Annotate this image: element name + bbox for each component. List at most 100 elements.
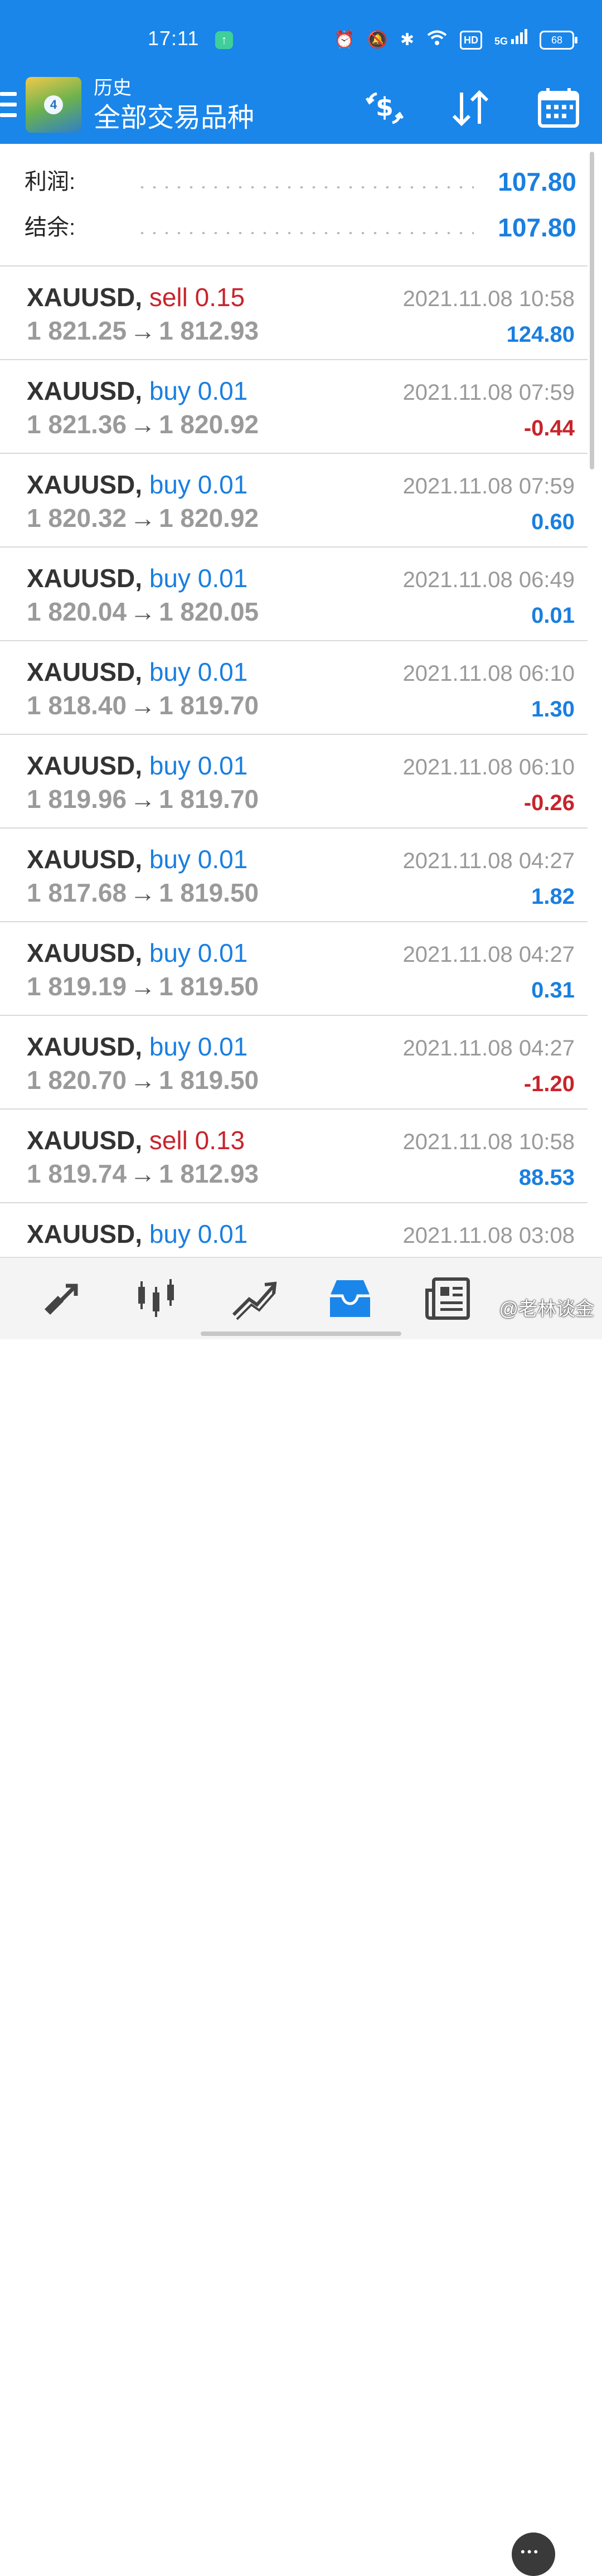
summary-profit-row: 利润: 107.80 — [25, 165, 576, 198]
trade-row[interactable]: XAUUSD, buy 0.01 1 820.70 → 1 819.50 2021.11… — [0, 1016, 588, 1110]
trade-title: XAUUSD, buy 0.01 — [27, 372, 247, 409]
trade-title: XAUUSD, buy 0.01 — [27, 841, 247, 878]
trade-symbol: XAUUSD, — [27, 470, 143, 499]
trade-side: buy 0.01 — [149, 1032, 248, 1061]
trade-symbol: XAUUSD, — [27, 1126, 143, 1155]
trade-profit: 88.53 — [518, 1165, 575, 1190]
open-price: 1 817.68 — [27, 878, 127, 907]
open-price: 1 820.04 — [27, 597, 127, 626]
open-price: 1 818.40 — [27, 691, 127, 720]
trade-symbol: XAUUSD, — [27, 376, 143, 405]
trade-title: XAUUSD, buy 0.01 — [27, 1216, 247, 1252]
open-price: 1 821.25 — [27, 316, 127, 345]
arrow-icon: → — [130, 878, 156, 907]
trade-row[interactable]: XAUUSD, buy 0.01 1 819.19 → 1 819.50 2021.11… — [0, 922, 588, 1016]
mute-icon: 🔕 — [367, 31, 388, 49]
trade-title: XAUUSD, buy 0.01 — [27, 934, 247, 971]
trade-row[interactable]: XAUUSD, buy 0.01 1 820.32 → 1 820.92 2021.11… — [0, 454, 588, 548]
trade-profit: -1.20 — [523, 1072, 575, 1096]
close-price: 1 819.70 — [159, 785, 259, 814]
chart-icon[interactable] — [128, 1270, 184, 1326]
trade-prices: 1 820.32 → 1 820.92 — [27, 500, 259, 536]
menu-icon[interactable] — [0, 92, 17, 123]
trade-row[interactable]: XAUUSD, sell 0.15 1 821.25 → 1 812.93 2021.1… — [0, 267, 588, 360]
symbol-filter[interactable]: 全部交易品种 — [94, 101, 254, 135]
dotted-leader — [136, 186, 474, 188]
trade-symbol: XAUUSD, — [27, 283, 143, 312]
trade-row[interactable]: XAUUSD, buy 0.01 1 819.96 → 1 819.70 2021.11… — [0, 735, 588, 829]
calendar-icon[interactable] — [535, 85, 582, 132]
status-bar: 17:11 ↑ ⏰ 🔕 ✱ HD 5G 68 — [0, 0, 602, 72]
trade-icon[interactable] — [226, 1270, 281, 1326]
trade-side: buy 0.01 — [149, 1219, 248, 1248]
arrow-icon: → — [130, 503, 156, 532]
trade-profit: -0.44 — [523, 416, 575, 440]
summary-balance-row: 结余: 107.80 — [25, 211, 576, 244]
battery-icon: 68 — [540, 31, 577, 50]
trade-row[interactable]: XAUUSD, buy 0.01 1 821.36 → 1 820.92 2021.11… — [0, 360, 588, 454]
trade-row[interactable]: XAUUSD, sell 0.13 1 819.74 → 1 812.93 2021.1… — [0, 1110, 588, 1203]
close-price: 1 812.93 — [159, 316, 259, 345]
arrow-icon: → — [130, 691, 156, 720]
trade-row[interactable]: XAUUSD, buy 0.01 1 817.68 → 1 819.50 2021.11… — [0, 829, 588, 922]
trade-time: 2021.11.08 03:08 — [402, 1223, 575, 1248]
close-price: 1 820.92 — [159, 503, 259, 532]
trade-symbol: XAUUSD, — [27, 845, 143, 874]
status-icons: ⏰ 🔕 ✱ HD 5G 68 — [334, 28, 577, 52]
arrow-icon: → — [130, 316, 156, 345]
close-price: 1 820.92 — [159, 410, 259, 439]
home-indicator[interactable] — [201, 1331, 401, 1336]
trade-time: 2021.11.08 04:27 — [402, 849, 575, 873]
trade-time: 2021.11.08 10:58 — [402, 1130, 575, 1154]
trade-profit: 1.30 — [531, 697, 575, 722]
dotted-leader — [136, 232, 474, 234]
trade-time: 2021.11.08 06:10 — [402, 755, 575, 779]
profit-label: 利润: — [25, 170, 76, 194]
network-label: 5G — [494, 36, 508, 47]
trade-side: buy 0.01 — [149, 657, 248, 686]
arrow-icon: → — [130, 785, 156, 814]
open-price: 1 820.70 — [27, 1066, 127, 1095]
trade-title: XAUUSD, buy 0.01 — [27, 1028, 247, 1065]
scrollbar[interactable] — [590, 152, 594, 469]
trade-prices: 1 821.25 → 1 812.93 — [27, 312, 259, 349]
news-icon[interactable] — [420, 1270, 476, 1326]
trade-prices: 1 817.68 → 1 819.50 — [27, 874, 259, 911]
close-price: 1 819.50 — [159, 1066, 259, 1095]
trade-side: sell 0.13 — [149, 1126, 245, 1155]
trade-row[interactable]: XAUUSD, buy 0.01 1 818.40 → 1 819.70 2021.11… — [0, 641, 588, 735]
trade-symbol: XAUUSD, — [27, 1219, 143, 1248]
trade-prices: 1 819.19 → 1 819.50 — [27, 968, 259, 1005]
trade-side: buy 0.01 — [149, 751, 248, 780]
trade-side: buy 0.01 — [149, 376, 248, 405]
trade-time: 2021.11.08 07:59 — [402, 380, 575, 405]
open-price: 1 820.32 — [27, 503, 127, 532]
signal-icon: 5G — [494, 28, 527, 52]
trade-prices: 1 819.74 → 1 812.93 — [27, 1155, 259, 1192]
trade-symbol: XAUUSD, — [27, 657, 143, 686]
trade-profit: 0.01 — [531, 603, 575, 628]
trade-side: buy 0.01 — [149, 938, 248, 967]
open-price: 1 821.36 — [27, 410, 127, 439]
hd-badge: HD — [459, 31, 482, 50]
trade-title: XAUUSD, buy 0.01 — [27, 653, 247, 690]
history-icon[interactable] — [322, 1270, 378, 1326]
trade-title: XAUUSD, sell 0.15 — [27, 279, 245, 316]
sort-icon[interactable] — [447, 85, 494, 132]
close-price: 1 812.93 — [159, 1159, 259, 1188]
trade-profit: 0.60 — [531, 510, 575, 534]
messages-icon[interactable] — [512, 2533, 555, 2576]
arrow-icon: → — [130, 1066, 156, 1095]
quotes-icon[interactable] — [33, 1270, 89, 1326]
trade-symbol: XAUUSD, — [27, 564, 143, 593]
deposit-withdraw-icon[interactable]: $ — [361, 85, 408, 132]
trade-row[interactable]: XAUUSD, buy 0.01 1 820.04 → 1 820.05 2021.11… — [0, 548, 588, 641]
notification-icon: ↑ — [215, 31, 233, 49]
close-price: 1 819.50 — [159, 878, 259, 907]
trade-profit: 0.31 — [531, 978, 575, 1003]
trade-side: buy 0.01 — [149, 564, 248, 593]
arrow-icon: → — [130, 972, 156, 1001]
trade-title: XAUUSD, sell 0.13 — [27, 1122, 245, 1159]
app-bar: 4 历史 全部交易品种 $ — [0, 72, 602, 144]
trade-side: sell 0.15 — [149, 283, 245, 312]
